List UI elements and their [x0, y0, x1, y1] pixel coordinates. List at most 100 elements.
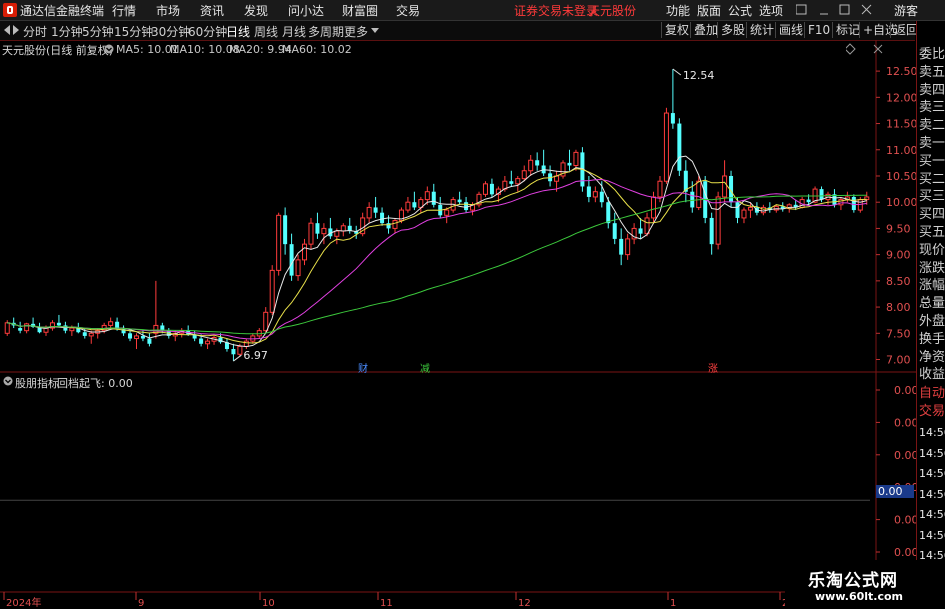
marker-zhang[interactable]: 涨 [708, 360, 718, 375]
candle-body[interactable] [289, 244, 294, 276]
candle-body[interactable] [509, 181, 514, 184]
arrow-left-icon[interactable] [4, 25, 10, 35]
period-tab-30min[interactable]: 30分钟 [151, 23, 190, 40]
fuquan-button[interactable]: 复权 [661, 22, 692, 38]
side-panel-item[interactable]: 自动 [919, 385, 945, 403]
side-panel-item[interactable]: 买四 [919, 206, 945, 224]
candle-body[interactable] [237, 345, 243, 355]
side-panel-item[interactable]: 交易 [919, 403, 945, 421]
candle-body[interactable] [677, 123, 682, 171]
candle-body[interactable] [528, 159, 534, 172]
marker-cai[interactable]: 财 [358, 360, 368, 375]
candle-body[interactable] [205, 340, 211, 345]
candle-body[interactable] [696, 180, 702, 208]
candle-body[interactable] [489, 183, 494, 195]
candle-body[interactable] [269, 269, 275, 313]
sub-settings-icon[interactable] [3, 376, 13, 386]
side-panel-item[interactable]: 买二 [919, 171, 945, 189]
candle-body[interactable] [670, 113, 675, 124]
side-panel-item[interactable]: 买三 [919, 188, 945, 206]
candle-body[interactable] [457, 199, 462, 203]
restore-icon[interactable] [796, 4, 807, 15]
candle-body[interactable] [199, 338, 204, 344]
maximize-icon[interactable] [839, 4, 850, 15]
candle-body[interactable] [24, 323, 30, 332]
candle-body[interactable] [741, 209, 747, 219]
side-panel-item[interactable]: 委比 [919, 46, 945, 64]
period-tab-more[interactable]: 更多 [344, 23, 368, 40]
candle-body[interactable] [482, 183, 488, 195]
menu-item-caifuquan[interactable]: 财富圈 [342, 2, 378, 19]
draw-line-button[interactable]: 画线 [775, 22, 806, 38]
candle-body[interactable] [276, 214, 282, 271]
candle-body[interactable] [231, 349, 236, 355]
candle-body[interactable] [773, 205, 779, 211]
side-panel-item[interactable]: 卖二 [919, 117, 945, 135]
period-tab-5min[interactable]: 5分钟 [82, 23, 114, 40]
side-panel-item[interactable]: 卖四 [919, 82, 945, 100]
candle-body[interactable] [851, 196, 856, 211]
candle-body[interactable] [69, 327, 75, 332]
candle-body[interactable] [321, 227, 327, 235]
candle-body[interactable] [715, 196, 721, 245]
candle-body[interactable] [431, 191, 436, 205]
menu-item-zixun[interactable]: 资讯 [200, 2, 224, 19]
side-panel-item[interactable]: 涨幅 [919, 277, 945, 295]
candle-body[interactable] [515, 178, 521, 185]
candle-body[interactable] [573, 151, 579, 166]
candle-body[interactable] [619, 238, 624, 255]
candle-body[interactable] [18, 328, 23, 331]
candle-body[interactable] [302, 243, 308, 261]
period-tab-multi[interactable]: 多周期 [308, 23, 344, 40]
period-tab-daily[interactable]: 日线 [226, 23, 250, 40]
candle-body[interactable] [243, 340, 249, 347]
side-panel-item[interactable]: 涨跌 [919, 260, 945, 278]
settings-circle-icon[interactable] [104, 44, 114, 54]
menu-item-xuanxiang[interactable]: 选项 [759, 2, 783, 19]
candle-body[interactable] [108, 321, 114, 326]
side-panel-item[interactable]: 收益 [919, 366, 945, 384]
f10-button[interactable]: F10 [804, 22, 833, 38]
candle-body[interactable] [295, 259, 301, 277]
candle-body[interactable] [263, 311, 269, 332]
candle-body[interactable] [735, 202, 740, 218]
period-tab-1min[interactable]: 1分钟 [51, 23, 83, 40]
candle-body[interactable] [392, 220, 398, 229]
candle-body[interactable] [722, 175, 728, 198]
candle-body[interactable] [567, 162, 572, 166]
candle-body[interactable] [147, 338, 152, 344]
candle-body[interactable] [650, 196, 657, 219]
candle-body[interactable] [535, 160, 540, 166]
candle-body[interactable] [612, 223, 617, 239]
side-panel-item[interactable]: 卖五 [919, 64, 945, 82]
menu-item-jiaoyi[interactable]: 交易 [396, 2, 420, 19]
candle-body[interactable] [140, 335, 145, 339]
arrow-right-icon[interactable] [13, 25, 19, 35]
kline-chart[interactable]: 12.546.97 12.5012.0011.5011.0010.5010.00… [0, 40, 916, 609]
candle-body[interactable] [444, 209, 450, 216]
candle-body[interactable] [308, 222, 314, 245]
period-tab-weekly[interactable]: 周线 [254, 23, 278, 40]
candle-body[interactable] [340, 225, 346, 232]
candle-body[interactable] [521, 170, 527, 180]
candle-body[interactable] [464, 202, 469, 211]
chevron-down-icon[interactable] [371, 28, 379, 33]
candle-body[interactable] [405, 201, 411, 211]
side-panel-item[interactable]: 买五 [919, 224, 945, 242]
side-panel-item[interactable]: 现价 [919, 242, 945, 260]
user-label[interactable]: 游客 [894, 2, 918, 19]
candle-body[interactable] [88, 332, 94, 337]
candle-body[interactable] [586, 186, 591, 197]
candle-body[interactable] [334, 230, 340, 237]
candle-body[interactable] [638, 228, 643, 234]
candle-body[interactable] [709, 217, 714, 245]
menu-item-shichang[interactable]: 市场 [156, 2, 180, 19]
candle-body[interactable] [663, 112, 669, 182]
candle-body[interactable] [599, 191, 604, 203]
menu-item-banmian[interactable]: 版面 [697, 2, 721, 19]
candle-body[interactable] [819, 189, 824, 200]
candle-body[interactable] [412, 202, 417, 208]
period-tab-monthly[interactable]: 月线 [282, 23, 306, 40]
side-panel-item[interactable]: 换手 [919, 331, 945, 349]
side-panel-item[interactable]: 卖三 [919, 99, 945, 117]
